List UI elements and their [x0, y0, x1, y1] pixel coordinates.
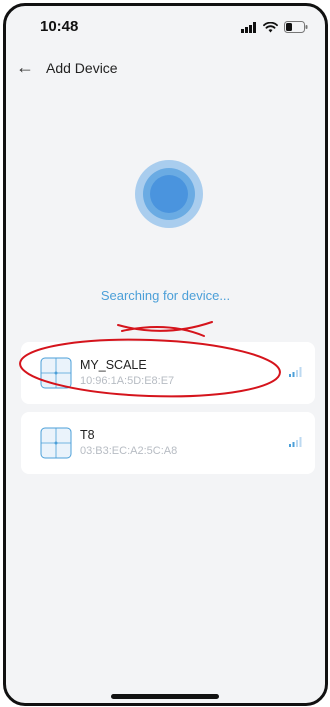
device-mac-address: 03:B3:EC:A2:5C:A8: [80, 445, 178, 457]
header: ← Add Device: [6, 54, 325, 84]
status-icons: [241, 21, 308, 33]
back-arrow-icon[interactable]: ←: [16, 57, 34, 78]
page-title: Add Device: [46, 60, 118, 76]
radar-search-icon: [135, 160, 203, 228]
wifi-icon: [263, 21, 278, 32]
phone-screen: 10:48 ← Add Device Searching for device.…: [3, 3, 328, 706]
device-mac-address: 10:96:1A:5D:E8:E7: [80, 375, 175, 387]
scale-icon: [40, 357, 72, 389]
status-time: 10:48: [40, 18, 79, 35]
battery-icon: [284, 21, 308, 33]
status-bar: 10:48: [6, 6, 325, 46]
signal-icon: [289, 437, 302, 447]
device-name: T8: [80, 428, 95, 442]
device-card-my-scale[interactable]: MY_SCALE 10:96:1A:5D:E8:E7: [21, 342, 315, 404]
device-name: MY_SCALE: [80, 358, 147, 372]
device-card-t8[interactable]: T8 03:B3:EC:A2:5C:A8: [21, 412, 315, 474]
home-indicator[interactable]: [111, 694, 219, 699]
searching-status-text: Searching for device...: [100, 288, 231, 303]
signal-icon: [289, 367, 302, 377]
cellular-signal-icon: [241, 21, 256, 33]
scale-icon: [40, 427, 72, 459]
